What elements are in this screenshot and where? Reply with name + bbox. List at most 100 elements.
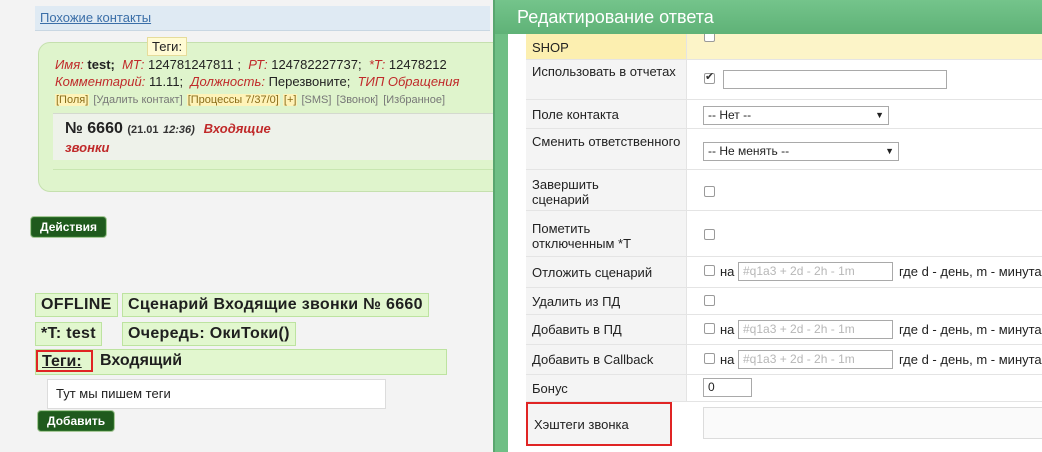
queue-info: Очередь: ОкиТоки() xyxy=(122,322,296,346)
similar-contacts-link[interactable]: Похожие контакты xyxy=(40,10,151,25)
finish-scenario-cell: Завершить сценарий xyxy=(526,170,687,210)
change-responsible-row: Сменить ответственного -- Не менять -- ▼ xyxy=(526,129,1042,170)
divider xyxy=(53,169,495,170)
use-in-reports-input[interactable] xyxy=(723,70,947,89)
shop-row-label: SHOP xyxy=(526,34,687,59)
tags-input[interactable]: Тут мы пишем теги xyxy=(47,379,386,409)
mark-disabled-checkbox[interactable] xyxy=(704,229,715,240)
use-in-reports-cell: Использовать в отчетах xyxy=(526,60,687,99)
name-label: Имя: xyxy=(55,57,84,72)
position-label: Должность: xyxy=(190,74,265,89)
postpone-scenario-checkbox[interactable] xyxy=(704,265,715,276)
processes-link[interactable]: [Процессы 7/37/0] xyxy=(186,94,280,106)
change-responsible-select[interactable]: -- Не менять -- ▼ xyxy=(703,142,899,161)
bonus-row: Бонус 0 xyxy=(526,375,1042,402)
add-to-callback-hint: где d - день, m - минута xyxy=(899,352,1042,367)
contact-actions-row: [Поля] [Удалить контакт] [Процессы 7/37/… xyxy=(55,94,446,106)
use-in-reports-checkbox[interactable] xyxy=(704,70,715,84)
t-info: *T: test xyxy=(35,322,102,346)
use-in-reports-label: Использовать в отчетах xyxy=(532,64,676,79)
finish-scenario-label: Завершить сценарий xyxy=(532,177,599,207)
scenario-info: Сценарий Входящие звонки № 6660 xyxy=(122,293,429,317)
add-to-callback-on-label: на xyxy=(720,352,735,367)
bonus-label: Бонус xyxy=(532,381,568,396)
add-to-pd-on-label: на xyxy=(720,322,735,337)
favorite-link[interactable]: [Избранное] xyxy=(382,94,446,106)
contact-details-line: Имя: test; МТ: 124781247811 ; РТ: 124782… xyxy=(55,57,447,72)
tags-value: Входящий xyxy=(100,352,183,369)
add-to-callback-label: Добавить в Callback xyxy=(532,352,654,367)
bonus-input[interactable]: 0 xyxy=(703,378,752,397)
add-to-pd-cell: Добавить в ПД xyxy=(526,315,687,344)
mark-disabled-cell: Пометить отключенным *Т xyxy=(526,211,687,256)
finish-scenario-checkbox[interactable] xyxy=(704,186,715,197)
tags-row: Теги: Входящий xyxy=(35,349,447,375)
mark-disabled-row: Пометить отключенным *Т xyxy=(526,211,1042,257)
change-responsible-cell: Сменить ответственного xyxy=(526,129,687,169)
mt-label: МТ: xyxy=(122,57,145,72)
add-to-pd-hint: где d - день, m - минута xyxy=(899,322,1042,337)
contact-panel: Похожие контакты Теги: Имя: test; МТ: 12… xyxy=(0,0,495,452)
t-label: *Т: xyxy=(368,57,386,72)
postpone-scenario-row: Отложить сценарий на #q1a3 + 2d - 2h - 1… xyxy=(526,257,1042,288)
shop-label: SHOP xyxy=(532,40,569,55)
remove-from-pd-label: Удалить из ПД xyxy=(532,294,621,309)
call-number[interactable]: № 6660 xyxy=(65,120,123,137)
edit-answer-dialog: Редактирование ответа SHOP Использовать … xyxy=(493,0,1042,452)
mt-value[interactable]: 124781247811 ; xyxy=(148,57,241,72)
add-process-link[interactable]: [+] xyxy=(282,94,298,106)
processes-label: [Процессы xyxy=(187,94,243,106)
add-to-pd-checkbox[interactable] xyxy=(704,323,715,334)
postpone-on-label: на xyxy=(720,264,735,279)
contact-field-row: Поле контакта -- Нет -- ▼ xyxy=(526,100,1042,129)
add-to-pd-interval-input[interactable]: #q1a3 + 2d - 2h - 1m xyxy=(738,320,893,339)
add-to-callback-cell: Добавить в Callback xyxy=(526,345,687,374)
position-value: Перезвоните; xyxy=(268,74,351,89)
add-to-callback-checkbox[interactable] xyxy=(704,353,715,364)
call-info-box: № 6660 (21.01 12:36) Входящие звонки xyxy=(53,113,495,160)
remove-from-pd-cell: Удалить из ПД xyxy=(526,288,687,314)
change-responsible-value: -- Не менять -- xyxy=(708,144,790,158)
call-title: № 6660 (21.01 12:36) Входящие xyxy=(65,120,271,138)
processes-count: 7/37/0] xyxy=(245,94,279,106)
contact-field-label: Поле контакта xyxy=(532,107,619,122)
hashtags-row: Хэштеги звонка xyxy=(526,402,1042,452)
shop-row: SHOP xyxy=(526,34,1042,60)
remove-from-pd-checkbox[interactable] xyxy=(704,295,715,306)
shop-checkbox[interactable] xyxy=(704,34,715,42)
dialog-header[interactable]: Редактирование ответа xyxy=(495,0,1042,34)
tags-label[interactable]: Теги: xyxy=(36,350,93,372)
actions-button[interactable]: Действия xyxy=(30,216,108,238)
call-link[interactable]: [Звонок] xyxy=(336,94,380,106)
appeal-type-label: ТИП Обращения xyxy=(357,74,460,89)
add-to-callback-interval-input[interactable]: #q1a3 + 2d - 2h - 1m xyxy=(738,350,893,369)
hashtags-cell: Хэштеги звонка xyxy=(526,402,672,446)
call-type-line2: звонки xyxy=(65,140,110,155)
use-in-reports-row: Использовать в отчетах xyxy=(526,60,1042,100)
fields-link[interactable]: [Поля] xyxy=(55,94,90,106)
status-badge: OFFLINE xyxy=(35,293,118,317)
contact-field-select[interactable]: -- Нет -- ▼ xyxy=(703,106,889,125)
add-button[interactable]: Добавить xyxy=(37,410,116,432)
finish-scenario-row: Завершить сценарий xyxy=(526,170,1042,211)
mark-disabled-label: Пометить отключенным *Т xyxy=(532,221,632,251)
call-date: (21.01 xyxy=(127,124,159,136)
delete-contact-link[interactable]: [Удалить контакт] xyxy=(92,94,183,106)
add-to-pd-row: Добавить в ПД на #q1a3 + 2d - 2h - 1m гд… xyxy=(526,315,1042,345)
call-type-line1: Входящие xyxy=(203,121,271,136)
postpone-interval-input[interactable]: #q1a3 + 2d - 2h - 1m xyxy=(738,262,893,281)
contact-field-value: -- Нет -- xyxy=(708,108,752,122)
rt-value[interactable]: 124782227737; xyxy=(271,57,361,72)
contact-field-cell: Поле контакта xyxy=(526,100,687,128)
contact-card: Теги: Имя: test; МТ: 124781247811 ; РТ: … xyxy=(38,37,495,192)
chevron-down-icon: ▼ xyxy=(875,110,884,120)
chevron-down-icon: ▼ xyxy=(885,146,894,156)
t-value[interactable]: 12478212 xyxy=(389,57,447,72)
sms-link[interactable]: [SMS] xyxy=(301,94,333,106)
comment-label: Комментарий: xyxy=(55,74,146,89)
hashtags-input[interactable] xyxy=(703,407,1042,439)
dialog-body: SHOP Использовать в отчетах Поле контакт… xyxy=(508,34,1042,452)
rt-label: РТ: xyxy=(248,57,268,72)
add-to-pd-label: Добавить в ПД xyxy=(532,322,622,337)
name-value: test; xyxy=(87,57,115,72)
